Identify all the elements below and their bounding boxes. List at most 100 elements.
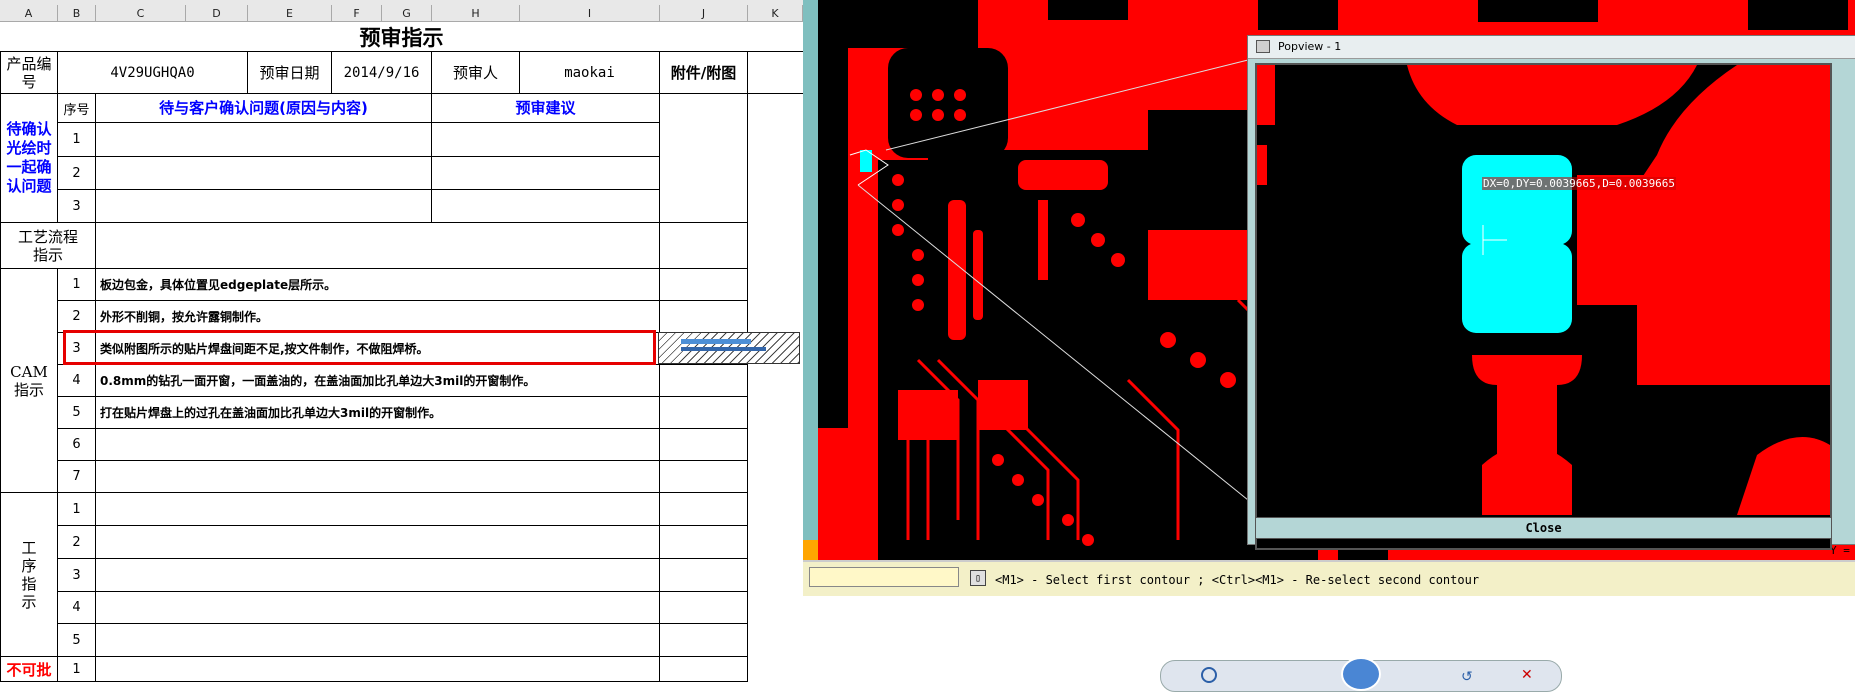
procedure-cell[interactable] [96,592,660,624]
process-cell[interactable] [96,223,660,269]
cam-instruction[interactable] [96,429,660,461]
cam-instruction[interactable]: 外形不削铜，按允许露铜制作。 [96,301,660,333]
procedure-attachment-cell[interactable] [660,624,748,657]
confirm-row-number: 1 [58,123,96,157]
coordinate-label: Y = [1830,544,1850,557]
issues-label: 待与客户确认问题(原因与内容) [96,94,432,123]
cam-attachment-cell[interactable] [660,397,748,429]
toggle-icon[interactable]: ▯ [970,570,986,586]
confirm-issue-cell[interactable] [96,123,432,157]
column-header-f[interactable]: F [332,5,382,22]
column-header-a[interactable]: A [0,5,58,22]
cam-attachment-cell[interactable] [660,301,748,333]
highlight-box [63,330,656,365]
column-header-c[interactable]: C [96,5,186,22]
procedure-attachment-cell[interactable] [660,493,748,526]
column-header-b[interactable]: B [58,5,96,22]
procedure-cell[interactable] [96,526,660,559]
not-allowed-attachment-cell[interactable] [660,657,748,682]
cam-attachment-cell[interactable] [660,269,748,301]
cam-row-number: 4 [58,365,96,397]
cam-row-number: 7 [58,461,96,493]
zoomed-pads [1257,65,1830,515]
procedure-cell[interactable] [96,624,660,657]
cam-attachment-cell[interactable] [660,429,748,461]
procedure-row-number: 3 [58,559,96,592]
attachment-label: 附件/附图 [660,52,748,94]
confirm-suggest-cell[interactable] [432,123,660,157]
play-slideshow-icon[interactable] [1341,657,1381,691]
confirm-section-label: 待确认光绘时一起确认问题 [0,94,58,223]
column-header-j[interactable]: J [660,5,748,22]
confirm-row-number: 3 [58,190,96,223]
procedure-row-number: 1 [58,493,96,526]
procedure-row-number: 4 [58,592,96,624]
thumbnail-trace [681,339,751,344]
column-header-g[interactable]: G [382,5,432,22]
status-message: <M1> - Select first contour ; <Ctrl><M1>… [995,573,1480,587]
cam-label: CAM指示 [0,269,58,493]
seq-label: 序号 [58,94,96,123]
popview-title: Popview - 1 [1278,40,1342,53]
window-icon [1256,40,1270,53]
reviewer-value[interactable]: maokai [520,52,660,94]
thumbnail-trace [681,347,766,351]
image-viewer-toolbar[interactable]: ↺ ✕ [1160,657,1562,692]
delete-icon[interactable]: ✕ [1521,667,1535,683]
column-header-h[interactable]: H [432,5,520,22]
confirm-suggest-cell[interactable] [432,190,660,223]
procedure-cell[interactable] [96,559,660,592]
popview-window[interactable]: Popview - 1 DX=0,DY=0.0039665,D=0.003966… [1247,35,1855,550]
popview-titlebar[interactable]: Popview - 1 [1248,36,1855,59]
column-header-e[interactable]: E [248,5,332,22]
not-allowed-row-number: 1 [58,657,96,682]
not-allowed-label: 不可批 [0,657,58,682]
rotate-icon[interactable]: ↺ [1461,669,1475,685]
splitter-marker [803,540,818,560]
cam-row-number: 1 [58,269,96,301]
cam-row-number: 5 [58,397,96,429]
cam-instruction[interactable]: 打在贴片焊盘上的过孔在盖油面加比孔单边大3mil的开窗制作。 [96,397,660,429]
cam-attachment-cell[interactable] [660,461,748,493]
procedure-cell[interactable] [96,493,660,526]
confirm-suggest-cell[interactable] [432,157,660,190]
review-date-value[interactable]: 2014/9/16 [332,52,432,94]
column-header-d[interactable]: D [186,5,248,22]
cam-row-number: 6 [58,429,96,461]
measurement-readout: DX=0,DY=0.0039665,D=0.0039665 [1482,177,1677,190]
sheet-title: 预审指示 [0,22,803,52]
confirm-attachment-cell[interactable] [660,94,748,223]
procedure-attachment-cell[interactable] [660,592,748,624]
status-bar: ▯ <M1> - Select first contour ; <Ctrl><M… [803,560,1855,596]
close-button[interactable]: Close [1255,517,1832,539]
header-empty-k[interactable] [748,52,803,94]
confirm-issue-cell[interactable] [96,157,432,190]
process-attachment-cell[interactable] [660,223,748,269]
cam-attachment-cell[interactable] [660,365,748,397]
column-header-i[interactable]: I [520,5,660,22]
procedure-label: 工序指示 [0,493,58,657]
cam-instruction[interactable]: 0.8mm的钻孔一面开窗，一面盖油的，在盖油面加比孔单边大3mil的开窗制作。 [96,365,660,397]
zoom-icon[interactable] [1201,667,1217,683]
cam-row-number: 2 [58,301,96,333]
reviewer-label: 预审人 [432,52,520,94]
review-date-label: 预审日期 [248,52,332,94]
column-header-k[interactable]: K [748,5,803,22]
procedure-attachment-cell[interactable] [660,559,748,592]
confirm-issue-cell[interactable] [96,190,432,223]
suggest-label: 预审建议 [432,94,660,123]
cam-instruction[interactable] [96,461,660,493]
popview-canvas[interactable]: DX=0,DY=0.0039665,D=0.0039665 [1255,63,1832,550]
cam-instruction[interactable]: 板边包金，具体位置见edgeplate层所示。 [96,269,660,301]
product-no-value[interactable]: 4V29UGHQA0 [58,52,248,94]
not-allowed-cell[interactable] [96,657,660,682]
confirm-row-number: 2 [58,157,96,190]
procedure-row-number: 2 [58,526,96,559]
command-input[interactable] [809,567,959,587]
spreadsheet: A B C D E F G H I J K 预审指示 产品编号 4V29UGHQ… [0,0,803,682]
attachment-thumbnail[interactable] [658,332,800,364]
process-label: 工艺流程指示 [0,223,96,269]
procedure-row-number: 5 [58,624,96,657]
window-splitter[interactable] [803,0,818,560]
procedure-attachment-cell[interactable] [660,526,748,559]
